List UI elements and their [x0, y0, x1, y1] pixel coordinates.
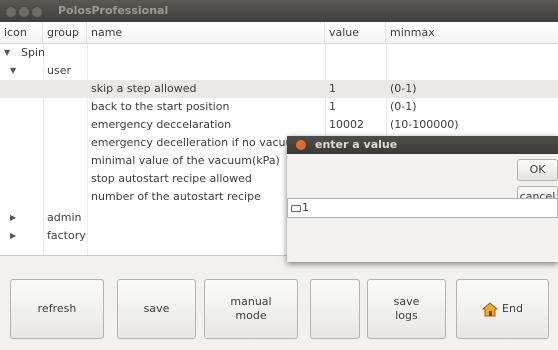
tree-item-label: Spin	[21, 46, 45, 59]
save-label: save	[143, 302, 170, 315]
tree-item-label: user	[47, 64, 71, 77]
column-divider	[43, 44, 44, 255]
column-header-icon[interactable]: icon	[0, 22, 43, 44]
tree-item-spin[interactable]: Spin	[4, 44, 45, 62]
manual-mode-label: manual mode	[230, 295, 272, 322]
table-row-name[interactable]: back to the start position	[91, 98, 229, 116]
table-row-minmax: (0-1)	[390, 82, 417, 95]
end-button[interactable]: End	[456, 279, 549, 339]
enter-value-dialog: enter a value OK cancel 1	[287, 136, 558, 262]
tree-item-admin[interactable]: admin	[47, 209, 81, 227]
save-logs-label: save logs	[393, 295, 420, 322]
minimize-window-icon[interactable]	[18, 6, 30, 18]
table-row-name[interactable]: emergency decelleration if no vacuum	[91, 134, 287, 152]
table-row-name[interactable]: skip a step allowed	[91, 80, 197, 98]
tree-item-user[interactable]: user	[47, 62, 71, 80]
table-row-name[interactable]: emergency deccelaration	[91, 116, 231, 134]
table-row-name[interactable]: number of the autostart recipe	[91, 188, 261, 206]
dialog-close-icon[interactable]	[296, 140, 306, 150]
button-bar: refresh save manual mode save logs End	[0, 255, 558, 350]
tree-item-label: factory	[47, 229, 86, 242]
save-button[interactable]: save	[117, 279, 196, 339]
ok-button[interactable]: OK	[517, 159, 558, 181]
dialog-title: enter a value	[315, 138, 398, 151]
end-label: End	[502, 302, 523, 315]
tree-item-factory[interactable]: factory	[47, 227, 86, 245]
column-header-value[interactable]: value	[325, 22, 386, 44]
home-icon	[482, 301, 499, 316]
manual-mode-button[interactable]: manual mode	[204, 279, 298, 339]
column-header-group[interactable]: group	[43, 22, 87, 44]
collapsed-arrow-icon[interactable]: ▶	[10, 231, 16, 240]
maximize-window-icon[interactable]	[31, 6, 43, 18]
column-divider	[87, 44, 88, 255]
collapsed-arrow-icon[interactable]: ▶	[10, 213, 16, 222]
close-window-icon[interactable]	[5, 6, 17, 18]
value-input-text: 1	[302, 201, 309, 214]
selected-row-highlight	[0, 80, 558, 98]
tree-item-label: admin	[47, 211, 82, 224]
expanded-arrow-icon[interactable]: ▼	[10, 66, 16, 75]
column-header-name[interactable]: name	[87, 22, 325, 44]
value-input[interactable]: 1	[287, 198, 558, 218]
save-logs-button[interactable]: save logs	[367, 279, 446, 339]
table-row-value[interactable]: 1	[329, 98, 336, 116]
table-row-minmax: (0-1)	[390, 100, 417, 113]
table-row-value[interactable]: 1	[329, 80, 336, 98]
table-row-minmax: (10-100000)	[390, 118, 459, 131]
dialog-titlebar: enter a value	[287, 136, 558, 154]
blank-button[interactable]	[310, 279, 360, 339]
refresh-label: refresh	[37, 302, 77, 315]
window-titlebar: PolosProfessional	[0, 0, 558, 22]
keyboard-icon	[291, 205, 301, 212]
table-row-value[interactable]: 10002	[329, 116, 364, 134]
window-title: PolosProfessional	[58, 4, 169, 17]
column-header-minmax[interactable]: minmax	[386, 22, 558, 44]
table-row-name[interactable]: minimal value of the vacuum(kPa)	[91, 152, 280, 170]
refresh-button[interactable]: refresh	[10, 279, 104, 339]
table-row-name[interactable]: stop autostart recipe allowed	[91, 170, 252, 188]
